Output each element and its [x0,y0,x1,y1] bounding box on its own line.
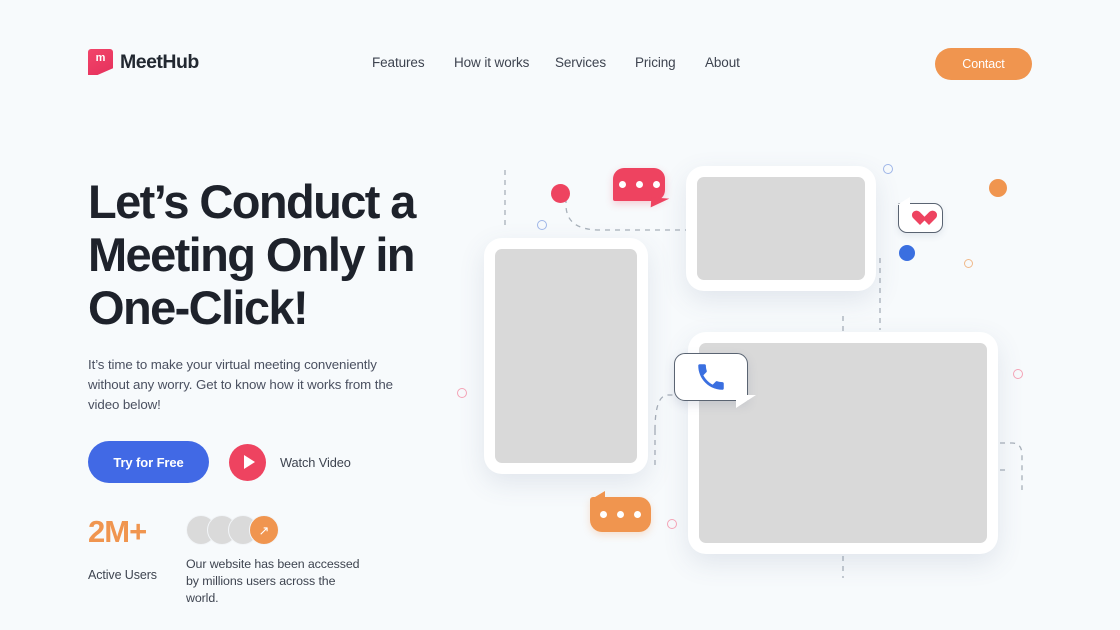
card-top-screen [697,177,865,280]
main-nav: Features How it works Services Pricing A… [372,55,765,70]
stats-row: 2M+ Active Users ↗ Our website has been … [88,515,488,607]
bubble-tail [736,395,756,408]
card-portrait-screen [495,249,637,463]
nav-item-how-it-works[interactable]: How it works [454,55,555,70]
ring-blue-small-icon [537,220,547,230]
nav-link-how-it-works[interactable]: How it works [454,55,529,70]
dot-orange-icon [989,179,1007,197]
ring-blue-top-icon [883,164,893,174]
dot-red-icon [551,184,570,203]
brand-name: MeetHub [120,50,199,73]
card-large [688,332,998,554]
dot-blue-icon [899,245,915,261]
active-users-label: Active Users [88,568,157,582]
typing-dot [600,511,607,518]
nav-link-services[interactable]: Services [555,55,606,70]
bubble-tail [897,197,910,205]
hero-subtitle: It’s time to make your virtual meeting c… [88,357,393,412]
hero-content: Let’s Conduct a Meeting Only in One-Clic… [88,175,488,607]
bubble-body [898,203,943,233]
cta-row: Try for Free Watch Video [88,441,488,483]
site-header: m MeetHub Features How it works Services… [0,0,1120,128]
heart-icon [912,211,929,226]
ring-pink-bottom-icon [667,519,677,529]
typing-dot [652,181,660,188]
nav-link-pricing[interactable]: Pricing [635,55,676,70]
meethub-logo-icon: m [88,49,113,75]
page-title: Let’s Conduct a Meeting Only in One-Clic… [88,175,416,334]
card-top [686,166,876,291]
play-icon[interactable] [229,443,266,481]
typing-bubble-red-icon [613,168,670,209]
active-users-stat: 2M+ Active Users [88,514,186,583]
brand-mark-letter: m [95,52,106,64]
nav-item-about[interactable]: About [705,55,765,70]
avatars-note: Our website has been accessed by million… [186,557,360,605]
typing-dot [634,511,641,518]
bubble-tail-outline [736,394,758,409]
bubble-body [590,497,651,532]
bubble-tail [650,197,670,209]
contact-button[interactable]: Contact [935,48,1032,80]
bubble-tail [590,491,605,500]
nav-item-pricing[interactable]: Pricing [635,55,705,70]
brand-logo[interactable]: m MeetHub [88,49,199,75]
card-portrait [484,238,648,474]
typing-dot [618,181,626,188]
avatar-more-arrow-icon[interactable]: ↗ [249,515,279,545]
bubble-body [674,353,748,401]
active-users-value: 2M+ [88,514,147,549]
nav-item-features[interactable]: Features [372,55,454,70]
bubble-body [613,168,665,201]
typing-dot [617,511,624,518]
phone-bubble-icon [674,353,758,409]
typing-bubble-orange-icon [590,491,651,532]
typing-dot [635,181,643,188]
avatar-group: ↗ [186,515,366,545]
watch-video-label: Watch Video [280,454,351,470]
ring-orange-icon [964,259,973,268]
phone-icon [698,364,724,390]
ring-pink-right-icon [1013,369,1023,379]
play-triangle [243,455,255,469]
card-large-screen [699,343,987,543]
bubble-tail-outline [896,195,910,204]
nav-item-services[interactable]: Services [555,55,635,70]
avatars-block: ↗ Our website has been accessed by milli… [186,515,366,607]
try-for-free-button[interactable]: Try for Free [88,441,209,483]
heart-bubble-icon [896,195,943,233]
hero-page: m MeetHub Features How it works Services… [0,0,1120,630]
nav-link-features[interactable]: Features [372,55,425,70]
nav-link-about[interactable]: About [705,55,740,70]
watch-video-button[interactable]: Watch Video [229,443,351,481]
